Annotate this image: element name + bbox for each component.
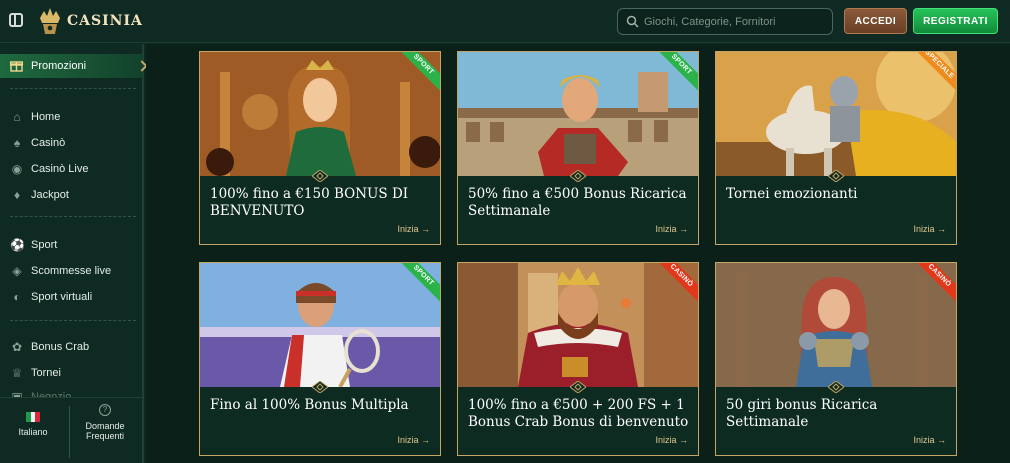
promo-card[interactable]: SPECIALE Tornei emozionanti Inizia → <box>715 51 957 245</box>
card-emblem-icon <box>312 381 328 393</box>
promo-image <box>716 263 956 387</box>
sidebar-item-sport[interactable]: ⚽ Sport <box>10 238 57 252</box>
logo-text[interactable]: CASINIA <box>67 13 143 29</box>
faq-label-line2: Frequenti <box>85 431 125 441</box>
card-emblem-icon <box>828 381 844 393</box>
sidebar-item-label: Bonus Crab <box>31 341 90 353</box>
sidebar-item-label: Jackpot <box>31 189 69 201</box>
sidebar-item-casino-live[interactable]: ◉ Casinò Live <box>10 162 89 176</box>
promo-card[interactable]: CASINÒ 50 giri bonus Ricarica Settimanal… <box>715 262 957 456</box>
faq-link[interactable]: ? Domande Frequenti <box>80 404 130 441</box>
start-link[interactable]: Inizia → <box>397 435 430 445</box>
promo-title: 50% fino a €500 Bonus Ricarica Settimana… <box>468 186 687 219</box>
promo-card[interactable]: SPORT 50% fino a €500 Bonus Ricarica Set… <box>457 51 699 245</box>
promo-title: 50 giri bonus Ricarica Settimanale <box>726 397 878 430</box>
card-emblem-icon <box>570 170 586 182</box>
register-button[interactable]: REGISTRATI <box>913 8 998 34</box>
start-link[interactable]: Inizia → <box>655 435 688 445</box>
promotions-grid: SPORT 100% fino a €150 BONUS DI BENVENUT… <box>146 44 1010 463</box>
start-link[interactable]: Inizia → <box>655 224 688 234</box>
promo-title: 100% fino a €150 BONUS DI BENVENUTO <box>210 186 409 219</box>
help-icon: ? <box>99 404 111 416</box>
sport-ball-icon: ⚽ <box>10 238 25 252</box>
promo-card[interactable]: SPORT Fino al 100% Bonus Multipla Inizia… <box>199 262 441 456</box>
italy-flag-icon <box>26 412 41 422</box>
card-emblem-icon <box>828 170 844 182</box>
promo-image <box>458 52 698 176</box>
sidebar-item-label: Scommesse live <box>31 265 112 277</box>
promo-title: Fino al 100% Bonus Multipla <box>210 397 409 413</box>
promo-card[interactable]: CASINÒ 100% fino a €500 + 200 FS + 1 Bon… <box>457 262 699 456</box>
live-bets-icon: ◈ <box>12 264 22 278</box>
promo-image <box>716 52 956 176</box>
start-link[interactable]: Inizia → <box>397 224 430 234</box>
sidebar-item-label: Sport <box>31 239 58 251</box>
sidebar-item-home[interactable]: ⌂ Home <box>10 110 60 124</box>
sidebar-divider <box>10 216 136 217</box>
gift-icon <box>10 61 23 72</box>
sidebar-item-casino[interactable]: ♠ Casinò <box>10 136 65 150</box>
card-emblem-icon <box>570 381 586 393</box>
sidebar-item-label: Sport virtuali <box>31 291 93 303</box>
promo-title: 100% fino a €500 + 200 FS + 1 Bonus Crab… <box>468 397 689 430</box>
language-selector[interactable]: Italiano <box>10 412 56 437</box>
search-box[interactable] <box>617 8 833 35</box>
top-header: CASINIA ACCEDI REGISTRATI <box>0 0 1010 43</box>
promo-image <box>200 52 440 176</box>
sidebar-item-tornei[interactable]: ♕ Tornei <box>10 366 61 380</box>
login-button[interactable]: ACCEDI <box>844 8 907 34</box>
sidebar-item-scommesse-live[interactable]: ◈ Scommesse live <box>10 264 111 278</box>
promo-card[interactable]: SPORT 100% fino a €150 BONUS DI BENVENUT… <box>199 51 441 245</box>
trophy-icon: ♕ <box>11 366 23 380</box>
search-icon <box>626 15 639 28</box>
sidebar-item-bonus-crab[interactable]: ✿ Bonus Crab <box>10 340 89 354</box>
virtual-sport-icon: ◐ <box>13 290 21 304</box>
sidebar-item-promozioni[interactable]: Promozioni <box>0 54 148 78</box>
promo-image <box>200 263 440 387</box>
sidebar-item-sport-virtuali[interactable]: ◐ Sport virtuali <box>10 290 92 304</box>
sidebar-divider <box>10 88 136 89</box>
sidebar-footer: Italiano ? Domande Frequenti <box>0 397 142 463</box>
faq-label-line1: Domande <box>85 421 125 431</box>
start-link[interactable]: Inizia → <box>913 224 946 234</box>
casino-icon: ♠ <box>13 136 21 150</box>
promo-title: Tornei emozionanti <box>726 186 858 202</box>
card-emblem-icon <box>312 170 328 182</box>
search-input[interactable] <box>644 13 828 31</box>
home-icon: ⌂ <box>13 110 21 124</box>
language-label: Italiano <box>18 427 48 437</box>
footer-divider <box>69 406 70 458</box>
logo-crown-icon[interactable] <box>37 6 63 36</box>
sidebar-item-jackpot[interactable]: ♦ Jackpot <box>10 188 69 202</box>
sidebar-toggle-icon[interactable] <box>9 13 23 27</box>
start-link[interactable]: Inizia → <box>913 435 946 445</box>
promo-image <box>458 263 698 387</box>
sidebar-item-label: Home <box>31 111 61 123</box>
sidebar-item-label: Tornei <box>31 367 61 379</box>
sidebar-item-label: Promozioni <box>31 60 87 72</box>
sidebar-item-label: Casinò <box>31 137 66 149</box>
crab-icon: ✿ <box>11 340 23 354</box>
jackpot-icon: ♦ <box>13 188 21 202</box>
sidebar-item-label: Casinò Live <box>31 163 89 175</box>
live-casino-icon: ◉ <box>11 162 23 176</box>
sidebar-divider <box>10 320 136 321</box>
sidebar: Promozioni ⌂ Home ♠ Casinò ◉ Casinò Live… <box>0 44 148 463</box>
